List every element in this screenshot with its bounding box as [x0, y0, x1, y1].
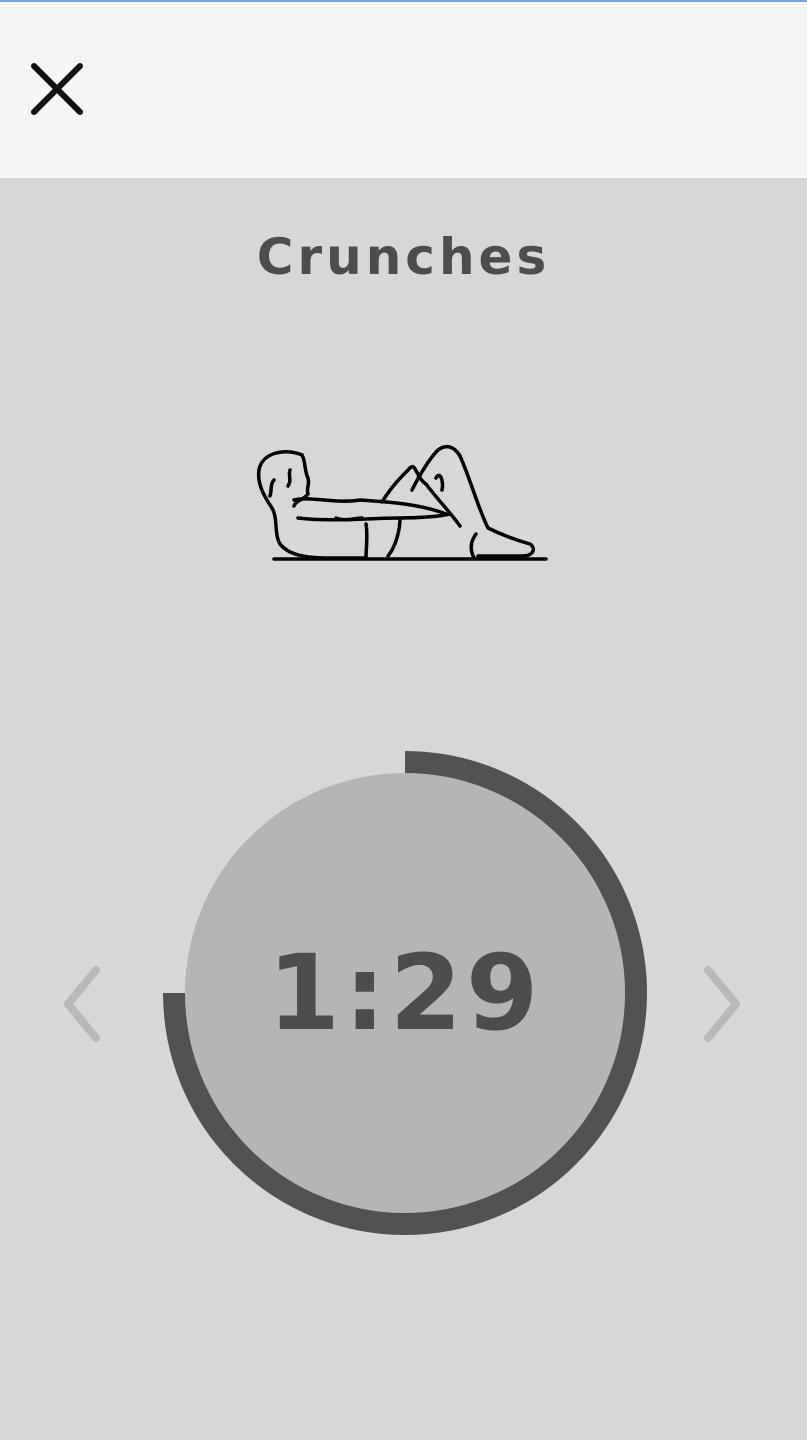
chevron-right-icon	[704, 966, 740, 1042]
workout-screen: Crunches 1:29	[0, 0, 807, 1440]
close-button[interactable]	[26, 58, 90, 122]
crunches-illustration	[256, 444, 548, 561]
close-icon	[31, 63, 83, 115]
previous-exercise-button[interactable]	[58, 960, 114, 1044]
chevron-left-icon	[64, 966, 100, 1042]
top-bar	[0, 0, 807, 178]
next-exercise-button[interactable]	[694, 960, 750, 1044]
timer-display: 1:29	[267, 932, 543, 1054]
exercise-title: Crunches	[256, 228, 551, 286]
